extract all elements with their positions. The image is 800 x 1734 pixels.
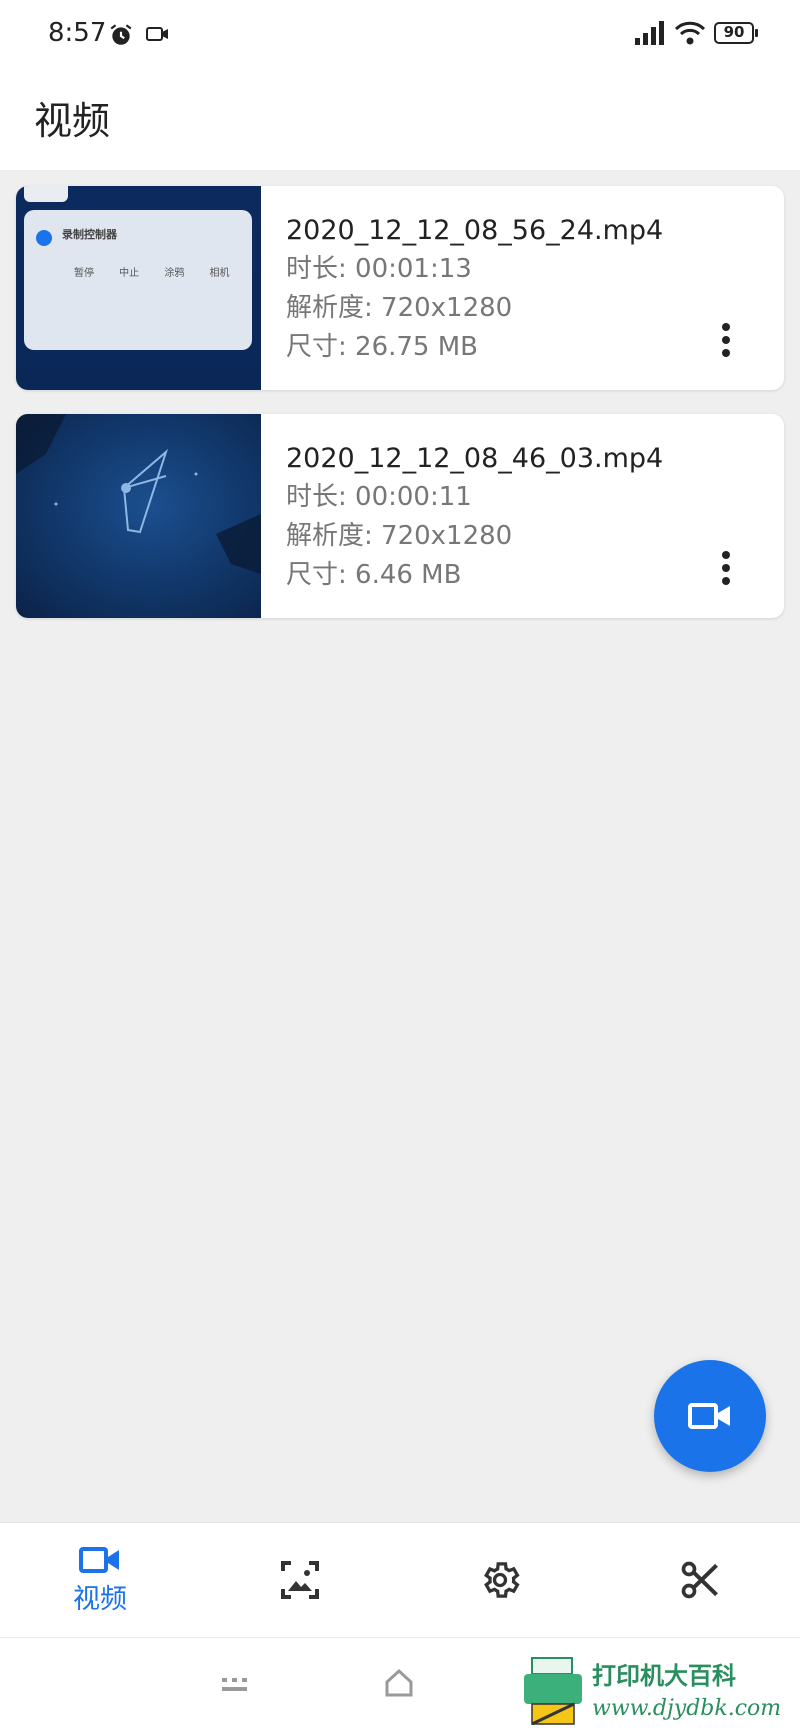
- thumbnail-title: 录制控制器: [62, 228, 117, 241]
- video-card[interactable]: 录制控制器 暂停 中止 涂鸦 相机 2020_12_12_08_56_24.mp…: [16, 186, 784, 390]
- video-info: 2020_12_12_08_56_24.mp4 时长: 00:01:13 解析度…: [286, 212, 663, 367]
- image-icon: [281, 1561, 319, 1599]
- nav-tab-images[interactable]: [200, 1523, 400, 1637]
- screen-record-icon: [146, 24, 170, 48]
- system-nav-bar: 打印机大百科 www.djydbk.com: [0, 1637, 800, 1734]
- battery-level: 90: [723, 23, 745, 41]
- scissors-icon: [681, 1561, 718, 1599]
- video-camera-icon: [79, 1546, 119, 1573]
- video-card[interactable]: 2020_12_12_08_46_03.mp4 时长: 00:00:11 解析度…: [16, 414, 784, 618]
- video-thumbnail[interactable]: [16, 414, 261, 618]
- wifi-icon: [674, 20, 706, 50]
- nav-tab-videos[interactable]: 视频: [0, 1523, 200, 1637]
- thumbnail-control-panel: [24, 210, 252, 350]
- printer-icon: [524, 1657, 582, 1726]
- video-duration: 时长: 00:01:13: [286, 254, 472, 284]
- video-thumbnail[interactable]: 录制控制器 暂停 中止 涂鸦 相机: [16, 186, 261, 390]
- video-filename: 2020_12_12_08_56_24.mp4: [286, 215, 664, 246]
- video-info: 2020_12_12_08_46_03.mp4 时长: 00:00:11 解析度…: [286, 440, 663, 595]
- alarm-icon: [108, 22, 134, 52]
- more-options-button[interactable]: [706, 320, 746, 360]
- home-icon[interactable]: [384, 1668, 414, 1702]
- watermark-url: www.djydbk.com: [592, 1696, 782, 1721]
- nav-tab-settings[interactable]: [400, 1523, 600, 1637]
- video-duration: 时长: 00:00:11: [286, 482, 472, 512]
- video-resolution: 解析度: 720x1280: [286, 293, 513, 323]
- video-size: 尺寸: 6.46 MB: [286, 560, 462, 590]
- battery-icon: 90: [714, 22, 758, 44]
- video-resolution: 解析度: 720x1280: [286, 521, 513, 551]
- app-bar: 视频: [0, 68, 800, 170]
- video-size: 尺寸: 26.75 MB: [286, 332, 478, 362]
- video-list: 录制控制器 暂停 中止 涂鸦 相机 2020_12_12_08_56_24.mp…: [16, 186, 784, 642]
- status-time: 8:57: [48, 18, 107, 48]
- watermark-logo: 打印机大百科 www.djydbk.com: [522, 1648, 800, 1734]
- bottom-nav: 视频: [0, 1522, 800, 1637]
- record-dot-icon: [36, 230, 52, 246]
- thumbnail-topbar: [24, 186, 68, 202]
- thumbnail-labels: 暂停 中止 涂鸦 相机: [74, 268, 230, 279]
- video-camera-icon: [688, 1403, 730, 1429]
- nav-tab-label: 视频: [73, 1583, 127, 1615]
- watermark-text: 打印机大百科: [592, 1661, 736, 1690]
- more-options-button[interactable]: [706, 548, 746, 588]
- status-bar: 8:57 90: [0, 0, 800, 68]
- record-fab-button[interactable]: [654, 1360, 766, 1472]
- boat-illustration-icon: [16, 414, 261, 574]
- nav-tab-edit[interactable]: [600, 1523, 800, 1637]
- gear-icon: [484, 1562, 520, 1598]
- signal-icon: [634, 20, 666, 50]
- video-filename: 2020_12_12_08_46_03.mp4: [286, 443, 664, 474]
- recent-apps-icon[interactable]: [222, 1678, 248, 1698]
- more-vert-icon: [722, 323, 730, 357]
- more-vert-icon: [722, 551, 730, 585]
- page-title: 视频: [34, 99, 111, 143]
